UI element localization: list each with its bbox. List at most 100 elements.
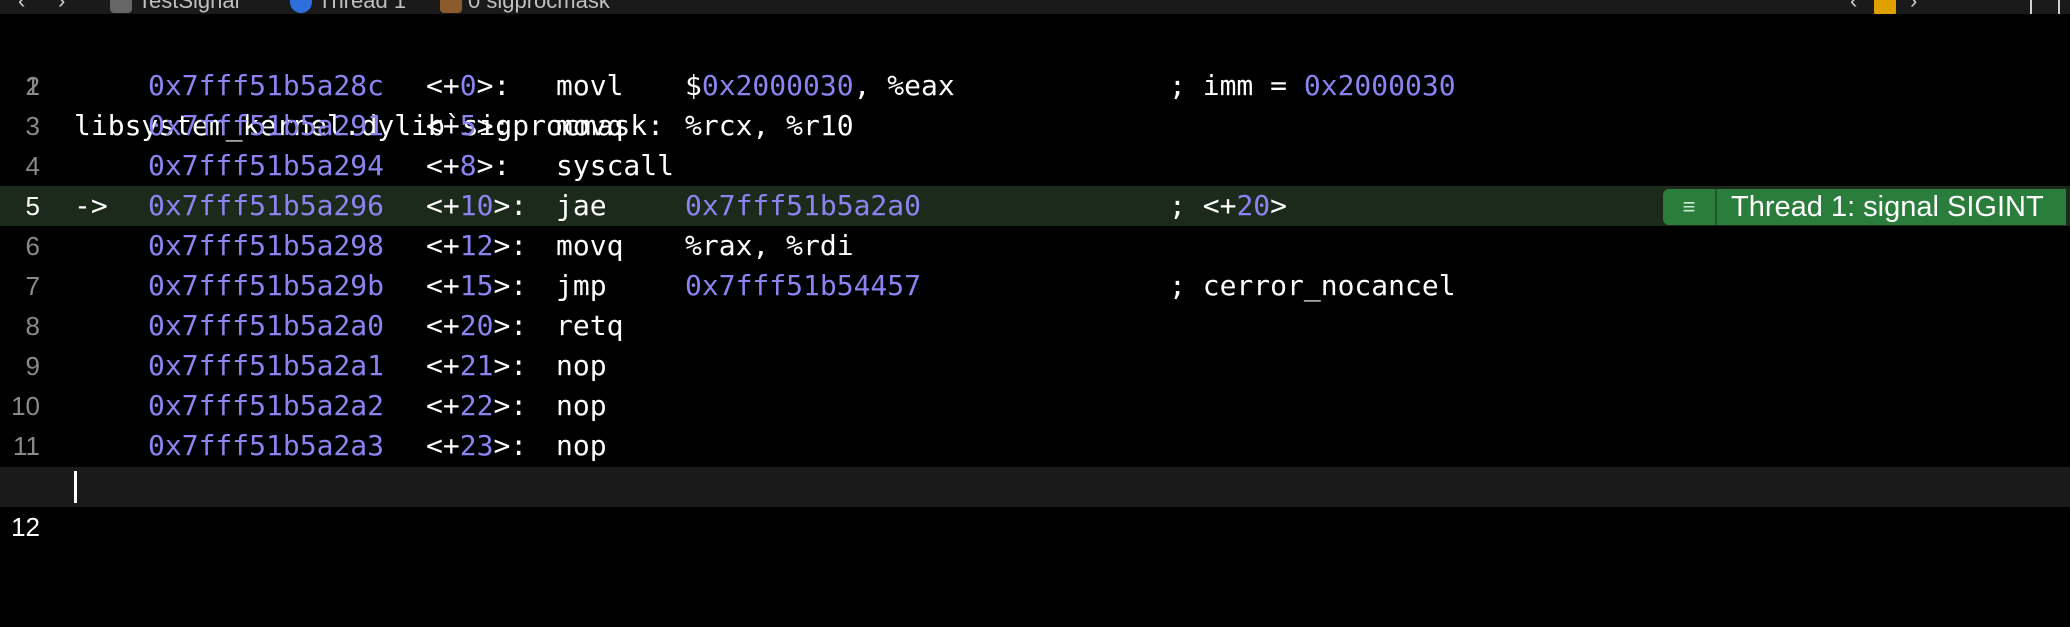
instruction-offset: <+22>: bbox=[426, 386, 527, 426]
offset-value: 15 bbox=[459, 269, 494, 302]
comment-token: 0x2000030 bbox=[1303, 69, 1456, 102]
operand-token: 0x7fff51b54457 bbox=[685, 269, 922, 302]
instruction-operands: $0x2000030, %eax bbox=[685, 66, 955, 106]
line-number: 10 bbox=[11, 391, 40, 421]
comment-token: > bbox=[1270, 189, 1288, 222]
instruction-operands: 0x7fff51b5a2a0 bbox=[685, 186, 921, 226]
offset-prefix: <+ bbox=[426, 309, 460, 342]
offset-value: 20 bbox=[459, 309, 494, 342]
code-line-4[interactable]: 4 0x7fff51b5a294 <+8>: syscall bbox=[0, 146, 2070, 186]
instruction-address: 0x7fff51b5a298 bbox=[148, 229, 385, 262]
code-line-3[interactable]: 3 0x7fff51b5a291 <+5>: movq %rcx, %r10 bbox=[0, 106, 2070, 146]
instruction-offset: <+12>: bbox=[426, 226, 527, 266]
instruction-address: 0x7fff51b5a294 bbox=[148, 149, 385, 182]
thread-stop-badge[interactable]: ≡ Thread 1: signal SIGINT bbox=[1663, 189, 2066, 225]
operand-token: 0x2000030 bbox=[701, 69, 854, 102]
operand-token: %rax, %rdi bbox=[685, 229, 854, 262]
line-number: 2 bbox=[25, 71, 40, 101]
operand-token: , %eax bbox=[853, 69, 955, 102]
comment-token: ; imm = bbox=[1169, 69, 1304, 102]
offset-value: 22 bbox=[459, 389, 494, 422]
offset-suffix: >: bbox=[493, 229, 528, 262]
offset-value: 23 bbox=[459, 429, 494, 462]
offset-suffix: >: bbox=[493, 269, 528, 302]
offset-prefix: <+ bbox=[426, 229, 460, 262]
offset-value: 10 bbox=[459, 189, 494, 222]
code-line-12[interactable]: 12 bbox=[0, 467, 2070, 542]
disassembly-editor[interactable]: 1 libsystem_kernel.dylib`sigprocmask: 20… bbox=[0, 0, 2070, 542]
instruction-offset: <+8>: bbox=[426, 146, 510, 186]
offset-suffix: >: bbox=[493, 349, 528, 382]
comment-token: ; <+ bbox=[1169, 189, 1237, 222]
program-counter-arrow: -> bbox=[74, 189, 108, 222]
code-line-1[interactable]: 1 libsystem_kernel.dylib`sigprocmask: bbox=[0, 26, 2070, 142]
instruction-mnemonic: retq bbox=[556, 309, 624, 342]
instruction-offset: <+10>: bbox=[426, 186, 527, 226]
instruction-address: 0x7fff51b5a28c bbox=[148, 69, 385, 102]
instruction-offset: <+15>: bbox=[426, 266, 527, 306]
line-number: 12 bbox=[11, 512, 40, 542]
instruction-operands: %rcx, %r10 bbox=[685, 106, 854, 146]
instruction-comment: ; cerror_nocancel bbox=[1169, 266, 1456, 306]
offset-suffix: >: bbox=[493, 389, 528, 422]
instruction-address: 0x7fff51b5a29b bbox=[148, 269, 385, 302]
code-line-10[interactable]: 10 0x7fff51b5a2a2 <+22>: nop bbox=[0, 386, 2070, 426]
operand-token: $ bbox=[685, 69, 702, 102]
line-number: 7 bbox=[25, 271, 40, 301]
instruction-mnemonic: movq bbox=[556, 229, 624, 262]
instruction-mnemonic: jmp bbox=[556, 269, 607, 302]
offset-prefix: <+ bbox=[426, 109, 460, 142]
instruction-address: 0x7fff51b5a291 bbox=[148, 109, 385, 142]
code-line-11[interactable]: 11 0x7fff51b5a2a3 <+23>: nop bbox=[0, 426, 2070, 466]
offset-suffix: >: bbox=[493, 309, 528, 342]
offset-prefix: <+ bbox=[426, 349, 460, 382]
instruction-address: 0x7fff51b5a2a2 bbox=[148, 389, 385, 422]
offset-suffix: >: bbox=[493, 429, 528, 462]
operand-token: %rcx, %r10 bbox=[685, 109, 854, 142]
instruction-mnemonic: movq bbox=[556, 109, 624, 142]
offset-value: 5 bbox=[459, 109, 477, 142]
thread-stop-reason: Thread 1: signal SIGINT bbox=[1717, 189, 2066, 225]
offset-value: 21 bbox=[459, 349, 494, 382]
offset-prefix: <+ bbox=[426, 149, 460, 182]
code-line-6[interactable]: 6 0x7fff51b5a298 <+12>: movq %rax, %rdi bbox=[0, 226, 2070, 266]
offset-value: 0 bbox=[459, 69, 477, 102]
instruction-operands: %rax, %rdi bbox=[685, 226, 854, 266]
instruction-address: 0x7fff51b5a2a0 bbox=[148, 309, 385, 342]
instruction-operands: 0x7fff51b54457 bbox=[685, 266, 921, 306]
instruction-mnemonic: jae bbox=[556, 189, 607, 222]
text-cursor bbox=[74, 471, 77, 503]
code-line-9[interactable]: 9 0x7fff51b5a2a1 <+21>: nop bbox=[0, 346, 2070, 386]
code-line-8[interactable]: 8 0x7fff51b5a2a0 <+20>: retq bbox=[0, 306, 2070, 346]
line-number: 6 bbox=[25, 231, 40, 261]
offset-prefix: <+ bbox=[426, 189, 460, 222]
instruction-mnemonic: syscall bbox=[556, 149, 675, 182]
offset-value: 12 bbox=[459, 229, 494, 262]
comment-token: 20 bbox=[1236, 189, 1271, 222]
instruction-offset: <+20>: bbox=[426, 306, 527, 346]
comment-token: ; cerror_nocancel bbox=[1169, 269, 1456, 302]
offset-prefix: <+ bbox=[426, 429, 460, 462]
operand-token: 0x7fff51b5a2a0 bbox=[685, 189, 922, 222]
offset-prefix: <+ bbox=[426, 69, 460, 102]
instruction-mnemonic: nop bbox=[556, 349, 607, 382]
instruction-address: 0x7fff51b5a296 bbox=[148, 189, 385, 222]
line-number: 4 bbox=[25, 151, 40, 181]
instruction-comment: ; <+20> bbox=[1169, 186, 1287, 226]
offset-suffix: >: bbox=[476, 149, 511, 182]
offset-prefix: <+ bbox=[426, 269, 460, 302]
instruction-offset: <+21>: bbox=[426, 346, 527, 386]
code-line-7[interactable]: 7 0x7fff51b5a29b <+15>: jmp 0x7fff51b54457 ; … bbox=[0, 266, 2070, 306]
line-number: 3 bbox=[25, 111, 40, 141]
offset-prefix: <+ bbox=[426, 389, 460, 422]
instruction-mnemonic: nop bbox=[556, 389, 607, 422]
list-lines-icon[interactable]: ≡ bbox=[1663, 189, 1717, 225]
code-line-2[interactable]: 2 0x7fff51b5a28c <+0>: movl $0x2000030, %eax… bbox=[0, 66, 2070, 106]
offset-suffix: >: bbox=[493, 189, 528, 222]
instruction-offset: <+0>: bbox=[426, 66, 510, 106]
instruction-mnemonic: movl bbox=[556, 69, 624, 102]
offset-value: 8 bbox=[459, 149, 477, 182]
instruction-offset: <+5>: bbox=[426, 106, 510, 146]
line-number: 8 bbox=[25, 311, 40, 341]
line-number: 5 bbox=[25, 191, 40, 221]
